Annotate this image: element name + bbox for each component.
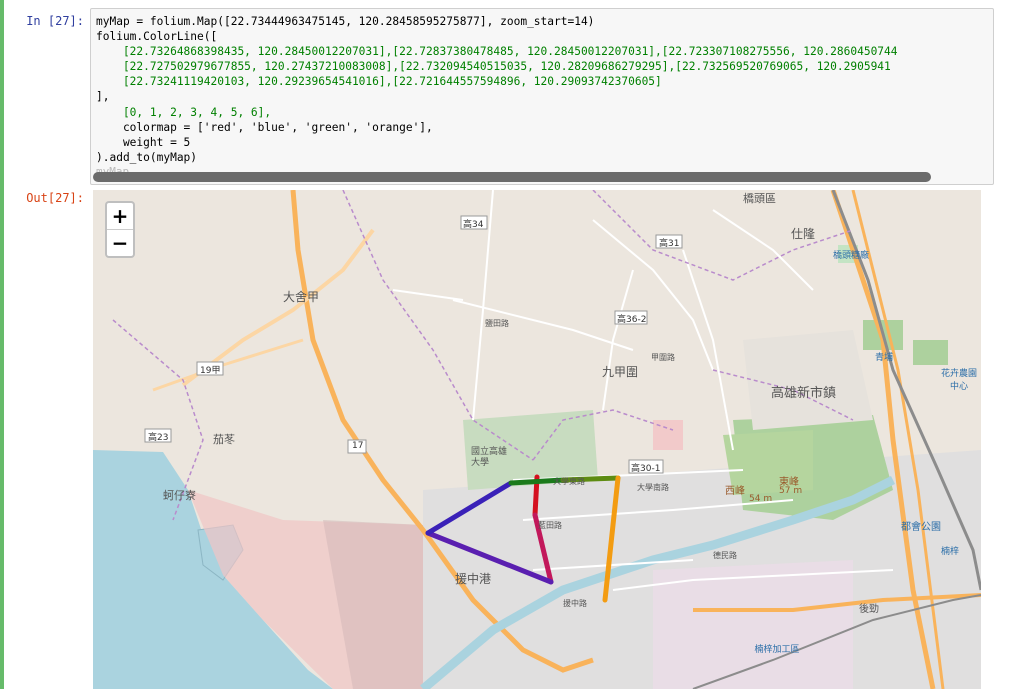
- road-shield: 高31: [659, 239, 680, 249]
- horizontal-scrollbar[interactable]: [93, 172, 931, 182]
- code-line: [22.727502979677855, 120.27437210083008]…: [96, 60, 891, 74]
- code-line: folium.ColorLine([: [96, 30, 218, 44]
- road-name: 大學南路: [637, 483, 669, 492]
- code-line: weight = 5: [96, 135, 191, 149]
- place-label: 茄苳: [213, 433, 235, 446]
- place-label: 仕隆: [791, 227, 816, 241]
- place-label: 蚵仔寮: [163, 489, 196, 502]
- place-label: 西峰: [725, 486, 745, 497]
- road-shield: 高36-2: [617, 315, 647, 325]
- elevation-label: 57 m: [779, 486, 803, 496]
- road-shield: 高23: [148, 433, 169, 443]
- place-label: 後勁: [859, 604, 879, 615]
- output-prompt: Out[27]:: [26, 191, 84, 205]
- place-label: 楠梓加工區: [754, 645, 800, 655]
- place-label: 高雄新市鎮: [771, 386, 837, 401]
- cell-selection-bar: [0, 0, 4, 689]
- place-label: 都會公園: [901, 522, 941, 533]
- leaflet-map[interactable]: 高34 高31 高36-2 19甲 高23 17 高30-1 橋頭區 仕隆 橋頭…: [93, 190, 981, 689]
- zoom-out-button[interactable]: −: [107, 230, 133, 256]
- road-name: 藍田路: [538, 521, 562, 530]
- zoom-in-button[interactable]: +: [107, 203, 133, 230]
- code-line: ).add_to(myMap): [96, 150, 198, 164]
- road-shield: 17: [352, 441, 364, 451]
- road-shield: 19甲: [200, 366, 221, 376]
- code-line: [22.73264868398435, 120.28450012207031],…: [96, 45, 898, 59]
- road-name: 德民路: [713, 551, 737, 560]
- place-label: 援中港: [455, 572, 492, 586]
- code-input-area[interactable]: myMap = folium.Map([22.73444963475145, 1…: [90, 8, 994, 185]
- road-name: 援中路: [563, 599, 587, 608]
- code-line: ],: [96, 90, 110, 104]
- code-line: myMap = folium.Map([22.73444963475145, 1…: [96, 15, 595, 28]
- road-shield: 高30-1: [631, 464, 661, 474]
- place-label: 橋頭區: [743, 192, 776, 205]
- zoom-control: + −: [105, 201, 135, 258]
- place-label: 楠梓: [941, 547, 960, 557]
- road-name: 鹽田路: [485, 319, 509, 328]
- code-editor[interactable]: myMap = folium.Map([22.73444963475145, 1…: [91, 9, 993, 165]
- elevation-label: 54 m: [749, 494, 773, 504]
- place-label: 青埔: [875, 353, 894, 363]
- code-line: [22.73241119420103, 120.29239654541016],…: [96, 75, 662, 89]
- road-name: 大學東路: [553, 477, 585, 486]
- place-label: 橋頭糖廠: [833, 251, 870, 261]
- road-name: 甲圍路: [651, 353, 675, 362]
- code-line: colormap = ['red', 'blue', 'green', 'ora…: [96, 120, 433, 134]
- input-prompt: In [27]:: [26, 14, 84, 28]
- code-line: [0, 1, 2, 3, 4, 5, 6],: [96, 105, 272, 119]
- place-label: 花卉農園中心: [940, 369, 977, 392]
- place-label: 國立高雄大學: [471, 447, 508, 468]
- place-label: 大舍甲: [283, 290, 320, 304]
- road-shield: 高34: [463, 220, 484, 230]
- place-label: 九甲圍: [602, 365, 639, 379]
